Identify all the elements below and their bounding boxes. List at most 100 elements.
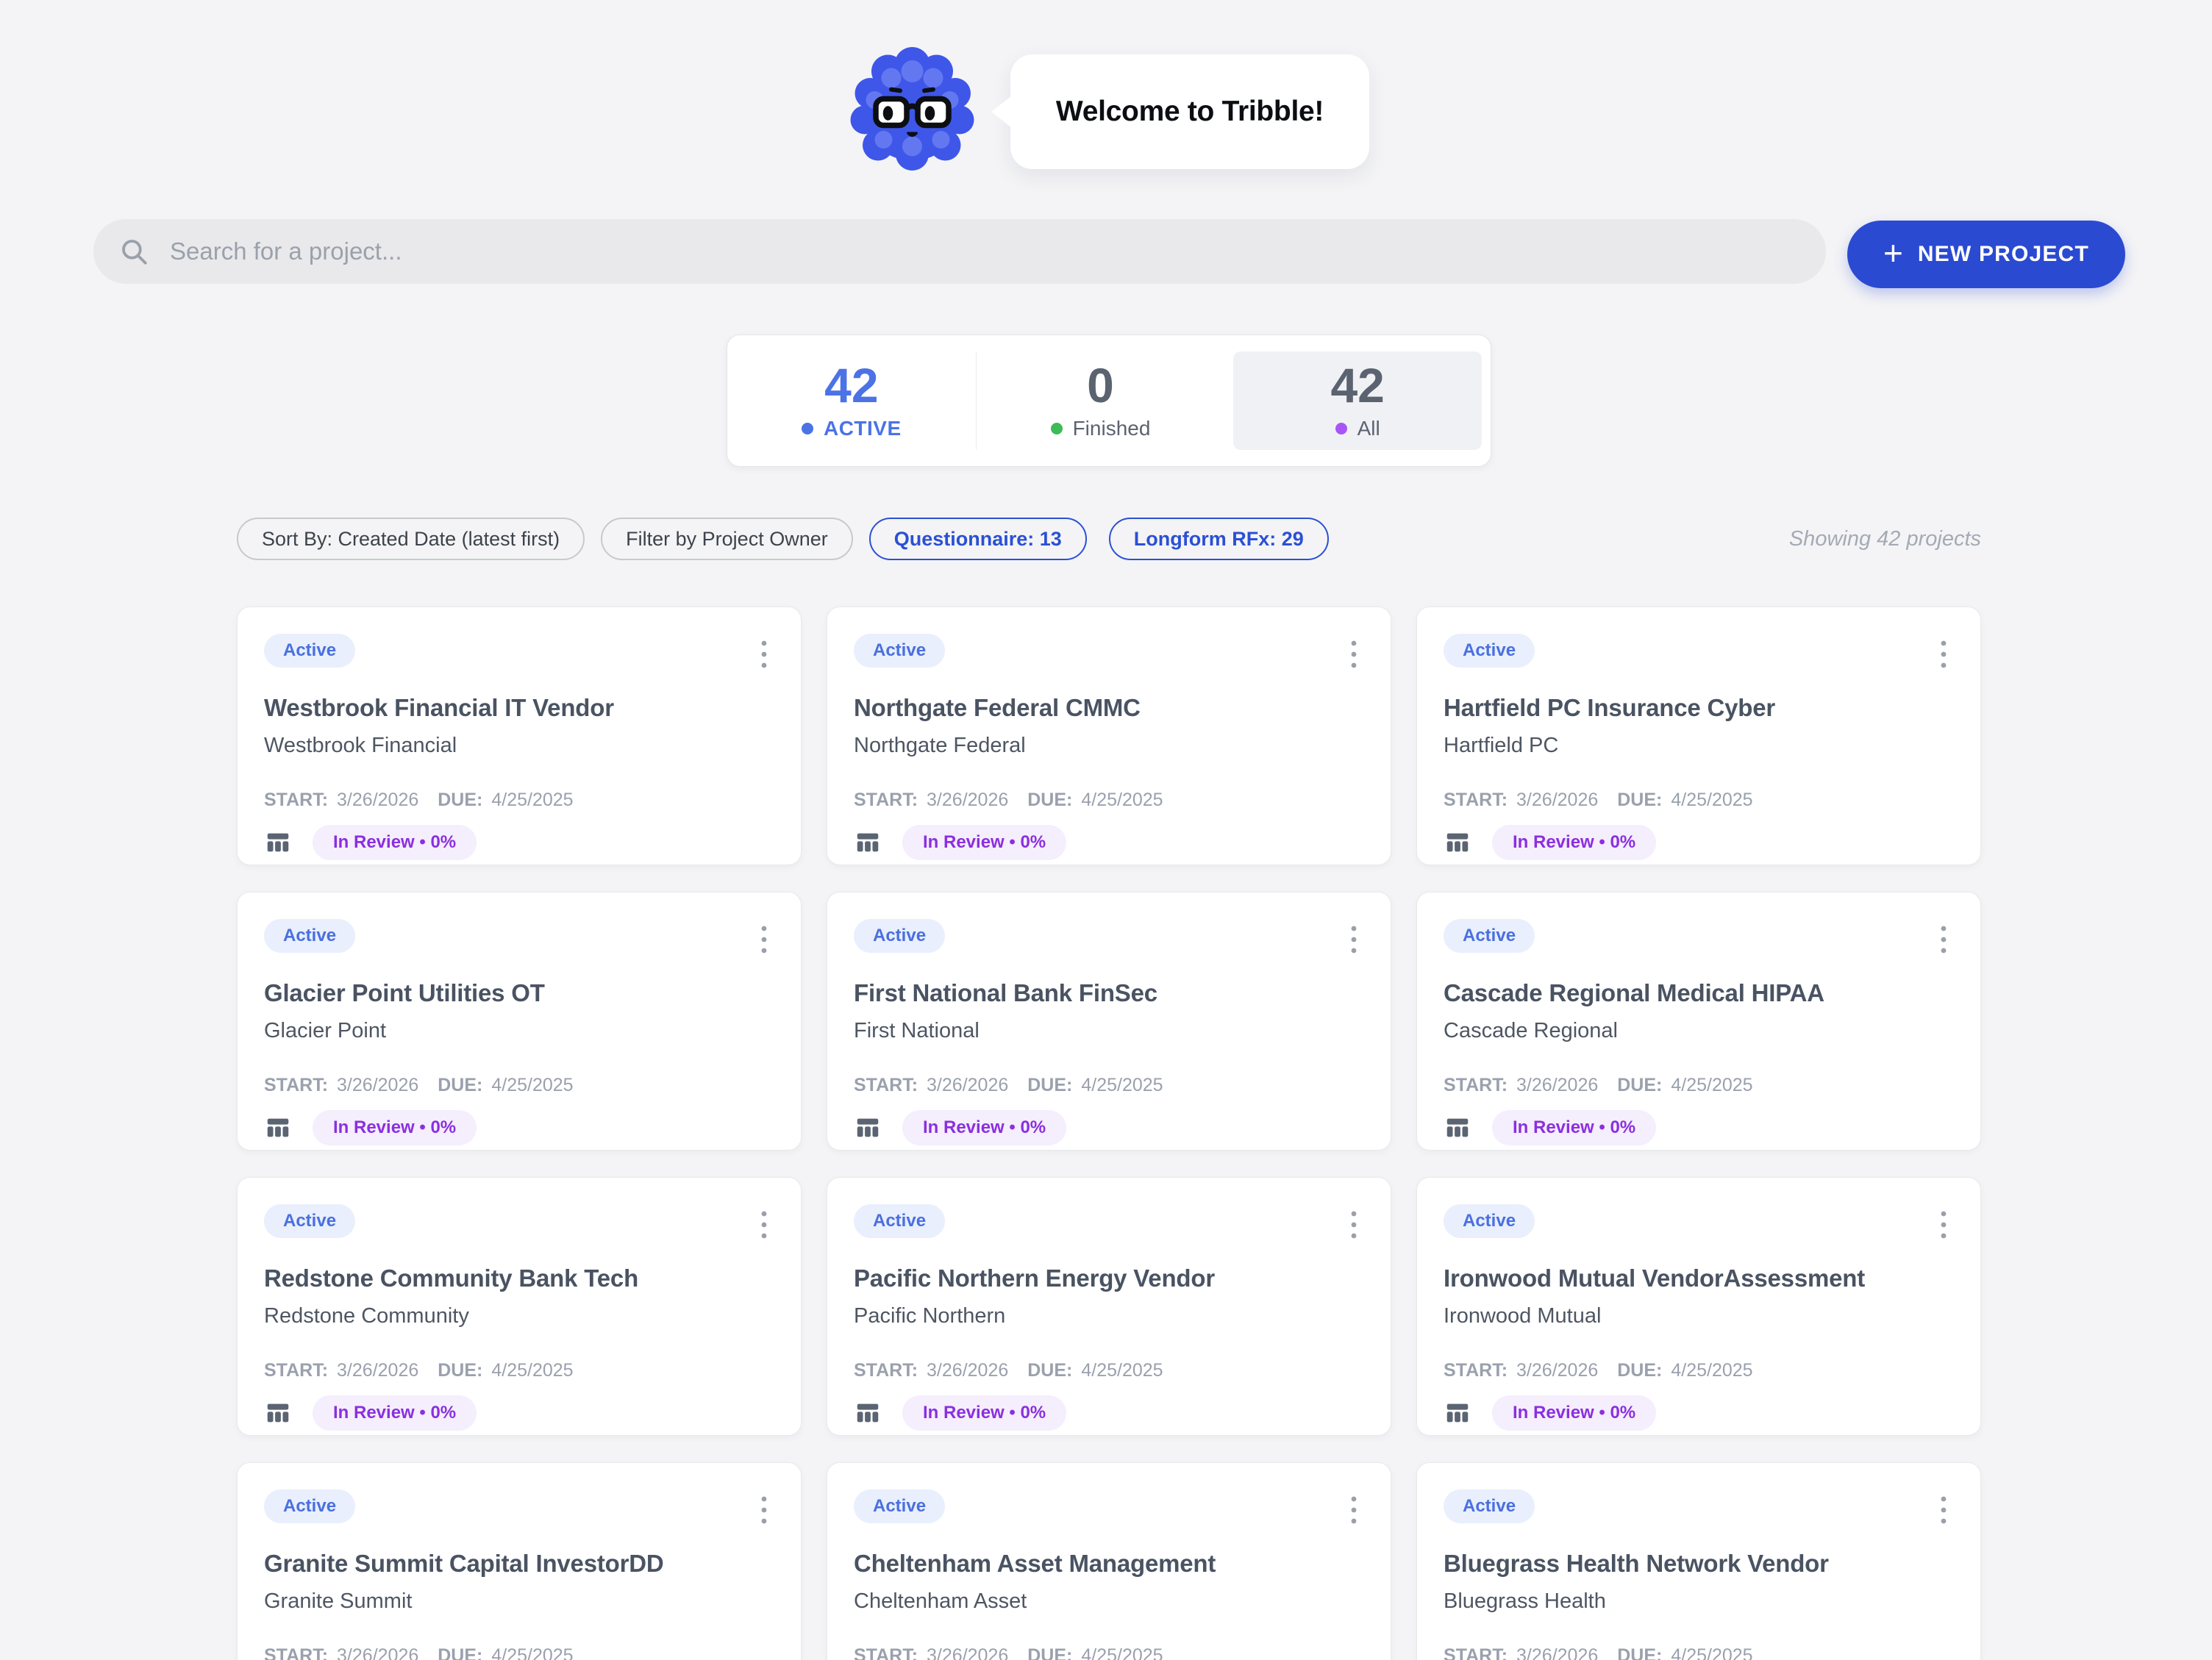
- board-columns-icon: [854, 829, 882, 856]
- project-subtitle: Westbrook Financial: [264, 734, 774, 758]
- due-date: 4/25/2025: [1081, 790, 1163, 811]
- start-label: START:: [264, 1075, 328, 1096]
- project-title: Cheltenham Asset Management: [854, 1550, 1364, 1578]
- project-title: Ironwood Mutual VendorAssessment: [1444, 1264, 1954, 1292]
- project-dates: START: 3/26/2026 DUE: 4/25/2025: [1444, 1075, 1753, 1096]
- board-columns-icon: [1444, 1399, 1471, 1427]
- start-date: 3/26/2026: [1516, 790, 1598, 811]
- kebab-menu-icon[interactable]: [1927, 920, 1960, 959]
- project-progress-row: In Review • 0%: [264, 825, 477, 860]
- progress-pill: In Review • 0%: [313, 1395, 477, 1431]
- due-date: 4/25/2025: [491, 1645, 573, 1660]
- progress-pill: In Review • 0%: [902, 1395, 1066, 1431]
- kebab-menu-icon[interactable]: [1338, 635, 1370, 673]
- status-badge: Active: [1444, 919, 1535, 953]
- sort-by-chip[interactable]: Sort By: Created Date (latest first): [237, 518, 585, 560]
- stat-all[interactable]: 42 All: [1233, 351, 1482, 450]
- active-dot-icon: [802, 423, 813, 434]
- start-date: 3/26/2026: [927, 1360, 1008, 1381]
- project-subtitle: Redstone Community: [264, 1304, 774, 1328]
- project-card[interactable]: Active Redstone Community Bank Tech Reds…: [237, 1177, 802, 1436]
- kebab-menu-icon[interactable]: [748, 920, 780, 959]
- project-card[interactable]: Active Glacier Point Utilities OT Glacie…: [237, 892, 802, 1151]
- start-label: START:: [1444, 790, 1508, 811]
- due-date: 4/25/2025: [491, 790, 573, 811]
- progress-pill: In Review • 0%: [313, 825, 477, 860]
- project-progress-row: In Review • 0%: [264, 1110, 477, 1145]
- new-project-label: NEW PROJECT: [1918, 242, 2089, 267]
- kebab-menu-icon[interactable]: [748, 1491, 780, 1529]
- start-label: START:: [264, 790, 328, 811]
- project-dates: START: 3/26/2026 DUE: 4/25/2025: [854, 1360, 1163, 1381]
- new-project-button[interactable]: + NEW PROJECT: [1847, 221, 2125, 288]
- project-card[interactable]: Active Cheltenham Asset Management Chelt…: [827, 1462, 1391, 1660]
- start-label: START:: [854, 1360, 918, 1381]
- status-badge: Active: [264, 1489, 355, 1523]
- active-label: ACTIVE: [824, 417, 902, 440]
- search-bar[interactable]: [93, 219, 1826, 284]
- kebab-menu-icon[interactable]: [1927, 1206, 1960, 1244]
- project-subtitle: Hartfield PC: [1444, 734, 1954, 758]
- kebab-menu-icon[interactable]: [748, 1206, 780, 1244]
- start-date: 3/26/2026: [1516, 1075, 1598, 1096]
- project-dates: START: 3/26/2026 DUE: 4/25/2025: [264, 1360, 574, 1381]
- kebab-menu-icon[interactable]: [1927, 1491, 1960, 1529]
- all-dot-icon: [1335, 423, 1347, 434]
- progress-pill: In Review • 0%: [1492, 1395, 1656, 1431]
- stat-finished[interactable]: 0 Finished: [976, 351, 1225, 450]
- start-label: START:: [1444, 1075, 1508, 1096]
- project-card[interactable]: Active First National Bank FinSec First …: [827, 892, 1391, 1151]
- project-progress-row: In Review • 0%: [1444, 1110, 1656, 1145]
- longform-rfx-chip[interactable]: Longform RFx: 29: [1109, 518, 1329, 560]
- progress-pill: In Review • 0%: [313, 1110, 477, 1145]
- project-subtitle: Northgate Federal: [854, 734, 1364, 758]
- board-columns-icon: [1444, 1114, 1471, 1142]
- tribble-mascot-icon: [844, 43, 980, 175]
- project-progress-row: In Review • 0%: [264, 1395, 477, 1431]
- start-date: 3/26/2026: [927, 790, 1008, 811]
- project-card[interactable]: Active Westbrook Financial IT Vendor Wes…: [237, 607, 802, 865]
- due-label: DUE:: [1027, 1645, 1072, 1660]
- all-count: 42: [1330, 361, 1384, 409]
- project-dates: START: 3/26/2026 DUE: 4/25/2025: [264, 1075, 574, 1096]
- start-label: START:: [854, 790, 918, 811]
- project-card[interactable]: Active Cascade Regional Medical HIPAA Ca…: [1416, 892, 1981, 1151]
- project-card[interactable]: Active Pacific Northern Energy Vendor Pa…: [827, 1177, 1391, 1436]
- board-columns-icon: [854, 1399, 882, 1427]
- start-date: 3/26/2026: [927, 1645, 1008, 1660]
- board-columns-icon: [264, 1114, 292, 1142]
- board-columns-icon: [1444, 829, 1471, 856]
- project-progress-row: In Review • 0%: [1444, 1395, 1656, 1431]
- due-label: DUE:: [1617, 1075, 1662, 1096]
- project-card[interactable]: Active Granite Summit Capital InvestorDD…: [237, 1462, 802, 1660]
- filter-owner-chip[interactable]: Filter by Project Owner: [601, 518, 853, 560]
- project-dates: START: 3/26/2026 DUE: 4/25/2025: [854, 1075, 1163, 1096]
- due-date: 4/25/2025: [1081, 1075, 1163, 1096]
- kebab-menu-icon[interactable]: [1338, 1491, 1370, 1529]
- search-input[interactable]: [170, 237, 1801, 265]
- project-progress-row: In Review • 0%: [854, 825, 1066, 860]
- kebab-menu-icon[interactable]: [1338, 920, 1370, 959]
- project-dates: START: 3/26/2026 DUE: 4/25/2025: [854, 1645, 1163, 1660]
- kebab-menu-icon[interactable]: [1927, 635, 1960, 673]
- questionnaire-chip[interactable]: Questionnaire: 13: [869, 518, 1087, 560]
- due-date: 4/25/2025: [1081, 1645, 1163, 1660]
- start-date: 3/26/2026: [337, 1645, 418, 1660]
- project-card[interactable]: Active Bluegrass Health Network Vendor B…: [1416, 1462, 1981, 1660]
- board-columns-icon: [264, 829, 292, 856]
- project-card[interactable]: Active Hartfield PC Insurance Cyber Hart…: [1416, 607, 1981, 865]
- due-date: 4/25/2025: [491, 1075, 573, 1096]
- due-label: DUE:: [1027, 1360, 1072, 1381]
- status-badge: Active: [854, 1489, 945, 1523]
- kebab-menu-icon[interactable]: [1338, 1206, 1370, 1244]
- project-title: Bluegrass Health Network Vendor: [1444, 1550, 1954, 1578]
- kebab-menu-icon[interactable]: [748, 635, 780, 673]
- due-label: DUE:: [1617, 1645, 1662, 1660]
- welcome-header: Welcome to Tribble!: [0, 0, 2212, 191]
- stat-active[interactable]: 42 ACTIVE: [727, 351, 976, 450]
- project-card[interactable]: Active Ironwood Mutual VendorAssessment …: [1416, 1177, 1981, 1436]
- welcome-bubble: Welcome to Tribble!: [1010, 54, 1369, 169]
- start-date: 3/26/2026: [1516, 1360, 1598, 1381]
- project-card[interactable]: Active Northgate Federal CMMC Northgate …: [827, 607, 1391, 865]
- start-label: START:: [854, 1645, 918, 1660]
